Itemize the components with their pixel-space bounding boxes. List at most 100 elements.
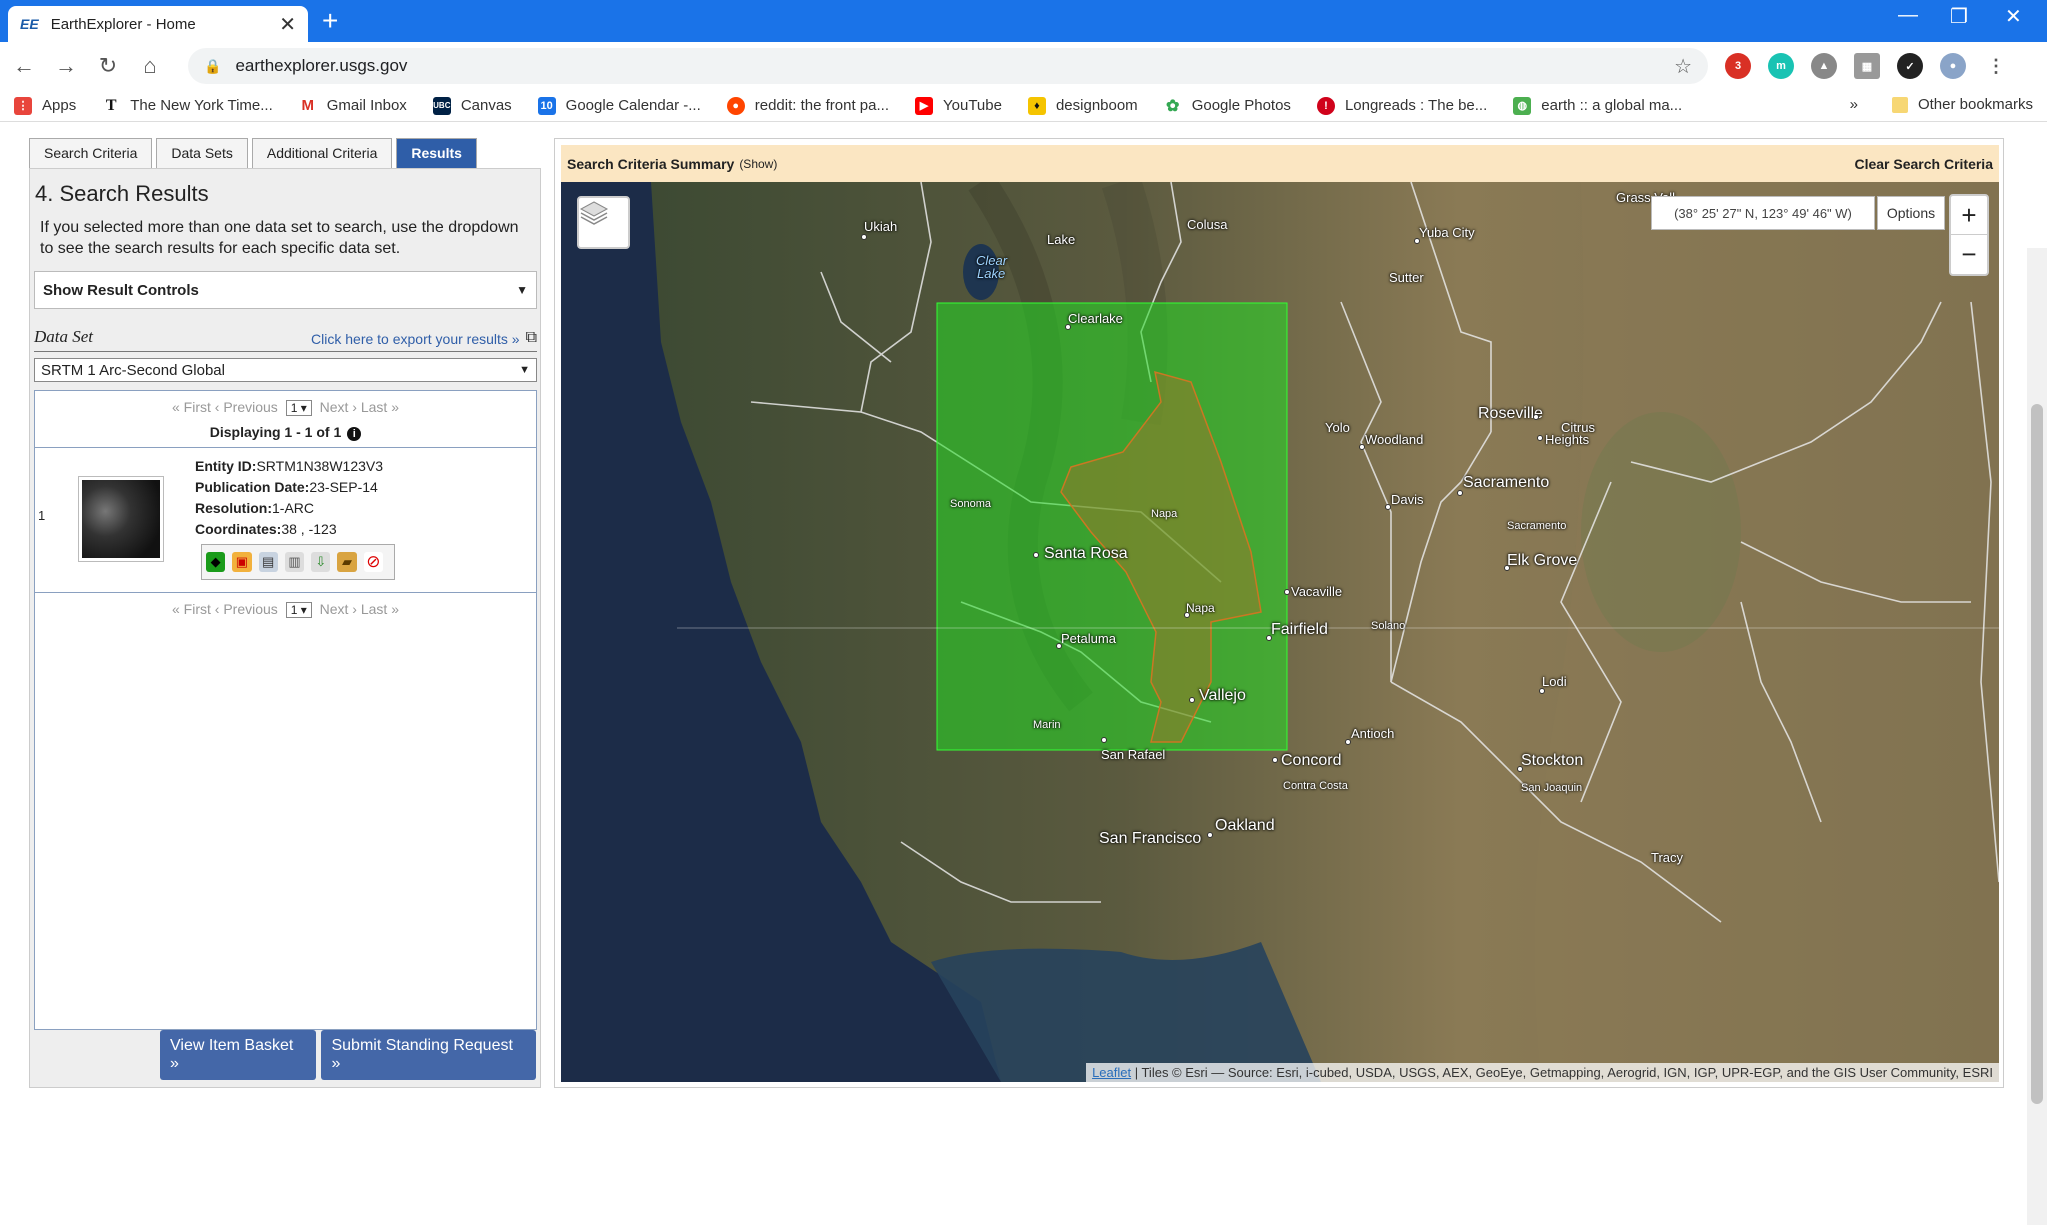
bookmark-reddit[interactable]: ● reddit: the front pa... [726, 96, 889, 115]
new-tab-icon[interactable]: + [322, 6, 338, 36]
summary-show-link[interactable]: (Show) [739, 157, 777, 171]
pager-previous[interactable]: ‹ Previous [215, 399, 278, 415]
submit-standing-request-button[interactable]: Submit Standing Request » [321, 1030, 536, 1080]
map-point [1414, 238, 1420, 244]
show-result-controls-dropdown[interactable]: Show Result Controls ▼ [34, 271, 537, 309]
bookmark-apps[interactable]: ⋮ Apps [14, 96, 76, 115]
designboom-icon: ♦ [1027, 96, 1046, 115]
bookmark-longreads[interactable]: ! Longreads : The be... [1316, 96, 1487, 115]
pager-next[interactable]: Next › [320, 399, 357, 415]
pager-first[interactable]: « First [172, 601, 211, 617]
bookmark-photos[interactable]: ✿ Google Photos [1163, 96, 1291, 115]
map-label-sacramento-county: Sacramento [1507, 520, 1567, 532]
bookmark-calendar[interactable]: 10 Google Calendar -... [537, 96, 701, 115]
export-results-link[interactable]: Click here to export your results » [311, 331, 520, 347]
bookmark-canvas[interactable]: UBC Canvas [432, 96, 512, 115]
show-footprint-icon[interactable]: ◆ [206, 552, 226, 572]
pager-first[interactable]: « First [172, 399, 211, 415]
displaying-text: Displaying 1 - 1 of 1 [209, 424, 342, 440]
map-label-lake: Lake [1047, 232, 1076, 247]
page-scrollbar[interactable] [2027, 248, 2047, 1225]
bulk-download-icon[interactable]: ▰ [337, 552, 357, 572]
results-heading: 4. Search Results [35, 181, 209, 206]
back-icon[interactable]: ← [6, 53, 42, 79]
bookmark-designboom[interactable]: ♦ designboom [1027, 96, 1138, 115]
bookmark-nyt[interactable]: T The New York Time... [102, 96, 273, 115]
profile-avatar[interactable]: ● [1940, 53, 1966, 79]
bookmarks-bar: ⋮ Apps T The New York Time... M Gmail Inbox… [0, 90, 2047, 122]
tab-data-sets[interactable]: Data Sets [156, 138, 248, 168]
exclude-icon[interactable]: ⊘ [363, 552, 383, 572]
check-extension-icon[interactable]: ✓ [1897, 53, 1923, 79]
map-label-santa-rosa: Santa Rosa [1044, 545, 1128, 562]
satellite-map[interactable]: Ukiah Lake Colusa Yuba City Sutter Grass… [561, 182, 1999, 1082]
tab-search-criteria[interactable]: Search Criteria [29, 138, 153, 168]
pubdate-label: Publication Date: [195, 479, 310, 495]
css-extension-icon[interactable]: ▦ [1854, 53, 1880, 79]
close-window-icon[interactable]: ✕ [2005, 4, 2022, 29]
map-label-contra-costa: Contra Costa [1283, 780, 1348, 792]
browser-tab[interactable]: EE EarthExplorer - Home ✕ [8, 6, 308, 42]
map-options-button[interactable]: Options [1877, 196, 1945, 230]
browser-toolbar: ← → ↻ ⌂ 🔒 earthexplorer.usgs.gov ☆ 3 m ▲… [0, 42, 2047, 90]
bookmarks-overflow-icon[interactable]: » [1850, 96, 1858, 113]
extension-badge-icon[interactable]: 3 [1725, 53, 1751, 79]
page-select[interactable]: 1 ▾ [285, 400, 312, 416]
chevron-down-icon: ▼ [519, 364, 530, 376]
scrollbar-thumb[interactable] [2031, 404, 2043, 1104]
map-label-heights: Heights [1545, 432, 1590, 447]
layers-button[interactable] [577, 196, 630, 249]
drive-extension-icon[interactable]: ▲ [1811, 53, 1837, 79]
bookmark-youtube[interactable]: ▶ YouTube [915, 96, 1002, 115]
pager-next[interactable]: Next › [320, 601, 357, 617]
tab-results[interactable]: Results [396, 138, 477, 168]
page-select[interactable]: 1 ▾ [285, 602, 312, 618]
layers-icon [579, 201, 609, 225]
dataset-select[interactable]: SRTM 1 Arc-Second Global ▼ [34, 358, 537, 382]
show-browse-icon[interactable]: ▣ [232, 552, 252, 572]
view-item-basket-button[interactable]: View Item Basket » [160, 1030, 317, 1080]
reload-icon[interactable]: ↻ [90, 53, 126, 79]
extension-m-icon[interactable]: m [1768, 53, 1794, 79]
pager-previous[interactable]: ‹ Previous [215, 601, 278, 617]
map-label-colusa: Colusa [1187, 217, 1228, 232]
map-point [1056, 643, 1062, 649]
result-thumbnail[interactable] [78, 476, 164, 562]
entity-id-value: SRTM1N38W123V3 [256, 458, 384, 474]
dataset-label: Data Set [34, 327, 94, 346]
clear-search-criteria-link[interactable]: Clear Search Criteria [1854, 156, 1993, 172]
metadata-icon[interactable]: ▥ [284, 552, 305, 572]
forward-icon[interactable]: → [48, 53, 84, 79]
earth-icon: ◍ [1513, 96, 1532, 115]
info-icon[interactable]: i [347, 427, 362, 441]
map-label-yuba-city: Yuba City [1419, 225, 1475, 240]
result-actions: ◆ ▣ ▤ ▥ ⇩ ▰ ⊘ [201, 544, 395, 580]
bookmark-gmail[interactable]: M Gmail Inbox [298, 96, 407, 115]
compare-icon[interactable]: ▤ [258, 552, 278, 572]
tab-additional-criteria[interactable]: Additional Criteria [251, 138, 393, 168]
bottom-buttons: View Item Basket » Submit Standing Reque… [160, 1030, 541, 1080]
close-tab-icon[interactable]: ✕ [279, 12, 296, 37]
bookmark-label: Canvas [460, 97, 512, 114]
menu-kebab-icon[interactable]: ⋮ [1983, 53, 2009, 79]
bookmark-star-icon[interactable]: ☆ [1674, 54, 1692, 79]
map-label-vallejo: Vallejo [1199, 687, 1246, 704]
map-point [861, 234, 867, 240]
home-icon[interactable]: ⌂ [132, 53, 168, 79]
address-bar[interactable]: 🔒 earthexplorer.usgs.gov ☆ [188, 48, 1708, 84]
external-link-icon[interactable]: ⧉ [526, 329, 537, 347]
zoom-in-button[interactable]: + [1951, 196, 1987, 235]
dataset-row: Data Set Click here to export your resul… [34, 327, 537, 352]
bookmark-earth[interactable]: ◍ earth :: a global ma... [1513, 96, 1682, 115]
maximize-icon[interactable]: ❐ [1950, 4, 1968, 29]
minimize-icon[interactable]: — [1898, 4, 1918, 27]
lock-icon: 🔒 [204, 57, 222, 74]
other-bookmarks[interactable]: Other bookmarks [1918, 96, 2033, 113]
pager-last[interactable]: Last » [361, 601, 399, 617]
longreads-icon: ! [1316, 96, 1335, 115]
pager-last[interactable]: Last » [361, 399, 399, 415]
download-icon[interactable]: ⇩ [311, 552, 331, 572]
coordinates-label: Coordinates: [195, 521, 282, 537]
zoom-out-button[interactable]: − [1951, 235, 1987, 274]
leaflet-link[interactable]: Leaflet [1092, 1065, 1131, 1080]
